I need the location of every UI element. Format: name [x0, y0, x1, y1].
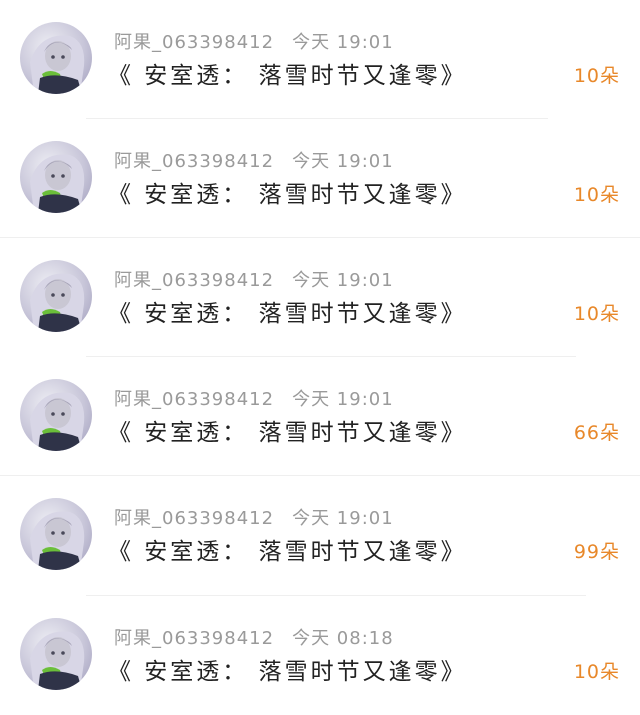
- username[interactable]: 阿果_063398412: [114, 504, 274, 530]
- user-avatar[interactable]: [20, 260, 92, 332]
- message-row[interactable]: 阿果_063398412 今天 19:01 《 安室透： 落雪时节又逢零》 10…: [0, 119, 640, 238]
- message-title[interactable]: 《 安室透： 落雪时节又逢零》: [108, 179, 467, 211]
- message-title[interactable]: 《 安室透： 落雪时节又逢零》: [108, 417, 467, 449]
- anime-girl-avatar-icon: [30, 511, 85, 570]
- message-title[interactable]: 《 安室透： 落雪时节又逢零》: [108, 298, 467, 330]
- timestamp: 今天 19:01: [292, 508, 394, 529]
- gift-count: 66朵: [573, 422, 620, 444]
- message-title[interactable]: 《 安室透： 落雪时节又逢零》: [108, 656, 467, 688]
- message-row[interactable]: 阿果_063398412 今天 08:18 《 安室透： 落雪时节又逢零》 10…: [0, 596, 640, 715]
- message-row[interactable]: 阿果_063398412 今天 19:01 《 安室透： 落雪时节又逢零》 10…: [0, 238, 640, 357]
- timestamp: 今天 19:01: [292, 151, 394, 172]
- timestamp: 今天 19:01: [292, 32, 394, 53]
- gift-count: 10朵: [573, 303, 620, 325]
- anime-girl-avatar-icon: [30, 154, 85, 213]
- message-meta: 阿果_063398412 今天 19:01: [114, 504, 394, 530]
- message-row[interactable]: 阿果_063398412 今天 19:01 《 安室透： 落雪时节又逢零》 66…: [0, 357, 640, 476]
- message-meta: 阿果_063398412 今天 08:18: [114, 624, 394, 650]
- user-avatar[interactable]: [20, 379, 92, 451]
- timestamp: 今天 08:18: [292, 628, 394, 649]
- anime-girl-avatar-icon: [30, 392, 85, 451]
- anime-girl-avatar-icon: [30, 273, 85, 332]
- user-avatar[interactable]: [20, 618, 92, 690]
- message-row[interactable]: 阿果_063398412 今天 19:01 《 安室透： 落雪时节又逢零》 99…: [0, 476, 640, 595]
- timestamp: 今天 19:01: [292, 389, 394, 410]
- message-meta: 阿果_063398412 今天 19:01: [114, 147, 394, 173]
- gift-count: 10朵: [573, 65, 620, 87]
- username[interactable]: 阿果_063398412: [114, 624, 274, 650]
- gift-message-list: 阿果_063398412 今天 19:01 《 安室透： 落雪时节又逢零》 10…: [0, 0, 640, 709]
- gift-count: 10朵: [573, 661, 620, 683]
- user-avatar[interactable]: [20, 22, 92, 94]
- message-meta: 阿果_063398412 今天 19:01: [114, 28, 394, 54]
- message-meta: 阿果_063398412 今天 19:01: [114, 266, 394, 292]
- timestamp: 今天 19:01: [292, 270, 394, 291]
- anime-girl-avatar-icon: [30, 35, 85, 94]
- username[interactable]: 阿果_063398412: [114, 28, 274, 54]
- gift-count: 99朵: [573, 541, 620, 563]
- username[interactable]: 阿果_063398412: [114, 266, 274, 292]
- user-avatar[interactable]: [20, 498, 92, 570]
- anime-girl-avatar-icon: [30, 631, 85, 690]
- message-meta: 阿果_063398412 今天 19:01: [114, 385, 394, 411]
- message-title[interactable]: 《 安室透： 落雪时节又逢零》: [108, 60, 467, 92]
- gift-count: 10朵: [573, 184, 620, 206]
- message-title[interactable]: 《 安室透： 落雪时节又逢零》: [108, 536, 467, 568]
- message-row[interactable]: 阿果_063398412 今天 19:01 《 安室透： 落雪时节又逢零》 10…: [0, 0, 640, 119]
- username[interactable]: 阿果_063398412: [114, 147, 274, 173]
- username[interactable]: 阿果_063398412: [114, 385, 274, 411]
- user-avatar[interactable]: [20, 141, 92, 213]
